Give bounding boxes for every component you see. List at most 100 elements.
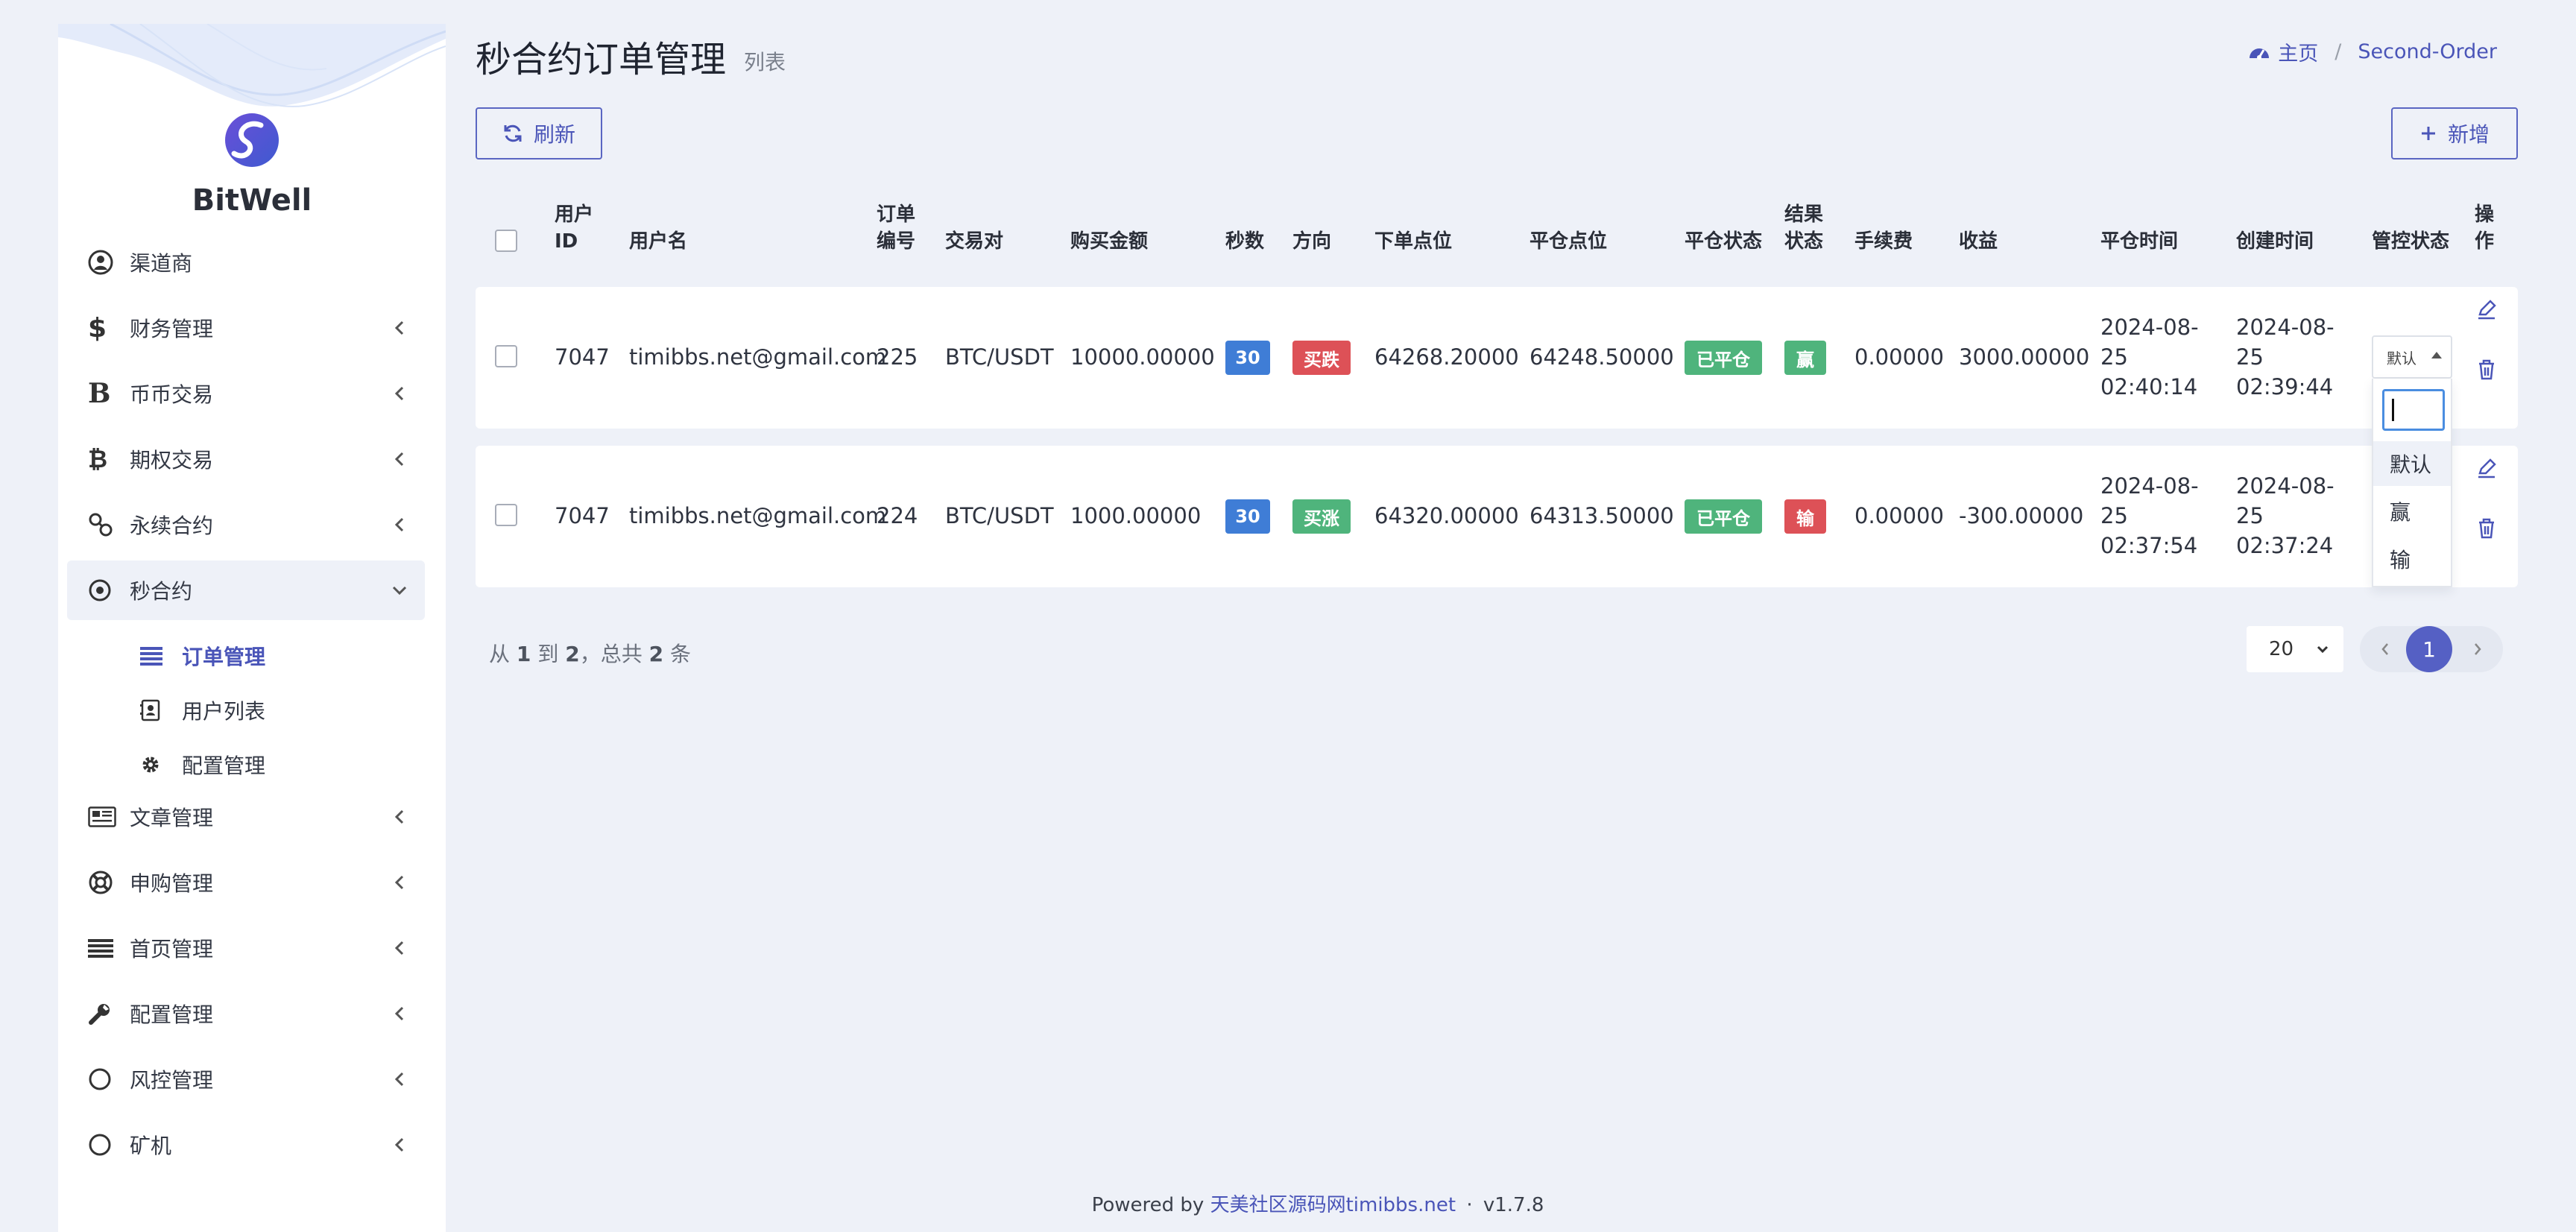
cell-pair: BTC/USDT bbox=[945, 344, 1054, 370]
sidebar-item-label: 申购管理 bbox=[130, 871, 214, 896]
wrench-icon bbox=[88, 999, 130, 1029]
sidebar-item-label: 渠道商 bbox=[130, 251, 193, 276]
col-result-status: 结果 状态 bbox=[1784, 203, 1824, 253]
app-version: v1.7.8 bbox=[1483, 1194, 1544, 1216]
cell-username: timibbs.net@gmail.com bbox=[629, 344, 887, 370]
dropdown-option[interactable]: 输 bbox=[2373, 537, 2451, 581]
dashboard-icon bbox=[2248, 43, 2270, 61]
sidebar: BitWell 渠道商 $ 财务管理 B 币币交易 ₿ 期权交易 永续合约 秒合… bbox=[58, 24, 446, 1232]
sidebar-item-settings[interactable]: 配置管理 bbox=[67, 984, 425, 1043]
cell-close-price: 64313.50000 bbox=[1530, 503, 1674, 528]
chevron-left-icon bbox=[385, 444, 414, 474]
table-header: 用户 ID 用户名 订单 编号 交易对 购买金额 秒数 方向 下单点位 平仓点位 平… bbox=[476, 197, 2518, 286]
edit-icon[interactable] bbox=[2475, 456, 2498, 480]
cell-close-time: 2024-08- 25 02:40:14 bbox=[2100, 315, 2199, 399]
sidebar-item-label: 配置管理 bbox=[130, 1002, 214, 1027]
plus-icon bbox=[2421, 127, 2435, 140]
col-username: 用户名 bbox=[629, 230, 688, 253]
dropdown-option[interactable]: 默认 bbox=[2373, 441, 2451, 486]
sidebar-subitem-user-list[interactable]: 用户列表 bbox=[140, 686, 423, 734]
sidebar-item-label: 秒合约 bbox=[130, 579, 193, 604]
col-pair: 交易对 bbox=[945, 230, 1004, 253]
bold-b-icon: B bbox=[88, 378, 111, 409]
result-badge: 输 bbox=[1784, 499, 1826, 534]
chevron-left-icon bbox=[385, 933, 414, 963]
row-checkbox[interactable] bbox=[495, 345, 517, 367]
result-badge: 赢 bbox=[1784, 341, 1826, 375]
col-seconds: 秒数 bbox=[1225, 230, 1265, 253]
col-control-status: 管控状态 bbox=[2372, 230, 2450, 253]
sidebar-item-subscription[interactable]: 申购管理 bbox=[67, 853, 425, 912]
add-button[interactable]: 新增 bbox=[2391, 107, 2518, 159]
newspaper-icon bbox=[88, 802, 130, 832]
sidebar-subitem-config[interactable]: 配置管理 bbox=[140, 741, 423, 789]
seconds-badge: 30 bbox=[1225, 499, 1270, 534]
sidebar-item-finance[interactable]: $ 财务管理 bbox=[67, 298, 425, 358]
col-direction: 方向 bbox=[1292, 230, 1332, 253]
breadcrumb-home-link[interactable]: 主页 bbox=[2278, 37, 2318, 66]
row-checkbox[interactable] bbox=[495, 504, 517, 526]
sidebar-item-second-contract[interactable]: 秒合约 bbox=[67, 560, 425, 620]
cell-user-id: 7047 bbox=[555, 503, 610, 528]
cell-create-time: 2024-08- 25 02:37:24 bbox=[2236, 473, 2334, 558]
trash-icon[interactable] bbox=[2475, 517, 2498, 540]
close-status-badge: 已平仓 bbox=[1685, 341, 1762, 375]
sidebar-item-articles[interactable]: 文章管理 bbox=[67, 787, 425, 847]
control-status-dropdown: 默认 赢 输 bbox=[2372, 379, 2452, 587]
add-button-label: 新增 bbox=[2447, 122, 2490, 147]
per-page-select[interactable]: 20 bbox=[2247, 626, 2343, 672]
bitcoin-icon: ₿ bbox=[88, 445, 108, 473]
sidebar-item-miner[interactable]: 矿机 bbox=[67, 1115, 425, 1175]
sidebar-item-perpetual[interactable]: 永续合约 bbox=[67, 495, 425, 555]
edit-icon[interactable] bbox=[2475, 297, 2498, 321]
current-page[interactable]: 1 bbox=[2406, 626, 2452, 672]
sidebar-item-label: 币币交易 bbox=[130, 382, 214, 407]
cell-username: timibbs.net@gmail.com bbox=[629, 503, 887, 528]
dropdown-option[interactable]: 赢 bbox=[2373, 489, 2451, 534]
pagination-info: 从 1 到 2，总共 2 条 bbox=[489, 642, 692, 666]
cell-fee: 0.00000 bbox=[1854, 503, 1944, 528]
life-ring-icon bbox=[88, 868, 130, 897]
dropdown-search-input[interactable] bbox=[2382, 389, 2445, 431]
sidebar-item-spot-trading[interactable]: B 币币交易 bbox=[67, 364, 425, 423]
chevron-left-icon bbox=[385, 510, 414, 540]
chevron-left-icon bbox=[385, 313, 414, 343]
brand-name: BitWell bbox=[192, 183, 312, 218]
cell-fee: 0.00000 bbox=[1854, 344, 1944, 370]
sidebar-item-channel[interactable]: 渠道商 bbox=[67, 233, 425, 292]
seconds-badge: 30 bbox=[1225, 341, 1270, 375]
refresh-button-label: 刷新 bbox=[533, 122, 575, 147]
sidebar-item-homepage[interactable]: 首页管理 bbox=[67, 918, 425, 978]
gear-icon bbox=[140, 754, 182, 775]
footer-link[interactable]: 天美社区源码网timibbs.net bbox=[1210, 1194, 1456, 1216]
cell-close-time: 2024-08- 25 02:37:54 bbox=[2100, 473, 2199, 558]
cell-user-id: 7047 bbox=[555, 344, 610, 370]
cell-order-no: 224 bbox=[877, 503, 918, 528]
per-page-value: 20 bbox=[2269, 638, 2294, 660]
chevron-left-icon bbox=[385, 868, 414, 897]
chevron-left-icon bbox=[385, 999, 414, 1029]
next-page-button[interactable] bbox=[2455, 626, 2500, 672]
direction-badge: 买涨 bbox=[1292, 499, 1351, 534]
trash-icon[interactable] bbox=[2475, 358, 2498, 382]
cell-open-price: 64268.20000 bbox=[1374, 344, 1519, 370]
circle-icon bbox=[88, 1064, 130, 1094]
close-status-badge: 已平仓 bbox=[1685, 499, 1762, 534]
cell-pair: BTC/USDT bbox=[945, 503, 1054, 528]
sidebar-item-options[interactable]: ₿ 期权交易 bbox=[67, 429, 425, 489]
sidebar-subitem-order-management[interactable]: 订单管理 bbox=[140, 632, 423, 680]
sidebar-item-label: 首页管理 bbox=[130, 937, 214, 961]
chevron-left-icon bbox=[385, 1064, 414, 1094]
sidebar-item-risk-control[interactable]: 风控管理 bbox=[67, 1049, 425, 1109]
col-close-status: 平仓状态 bbox=[1685, 230, 1763, 253]
sidebar-subitem-label: 用户列表 bbox=[182, 699, 266, 724]
refresh-button[interactable]: 刷新 bbox=[476, 107, 602, 159]
col-order-no: 订单 编号 bbox=[877, 203, 916, 253]
select-all-checkbox[interactable] bbox=[495, 230, 517, 252]
control-status-select[interactable]: 默认 bbox=[2372, 335, 2452, 379]
user-circle-icon bbox=[88, 247, 130, 277]
col-open-price: 下单点位 bbox=[1374, 230, 1453, 253]
prev-page-button[interactable] bbox=[2363, 626, 2408, 672]
bitwell-logo-icon bbox=[225, 113, 279, 167]
col-amount: 购买金额 bbox=[1070, 230, 1149, 253]
